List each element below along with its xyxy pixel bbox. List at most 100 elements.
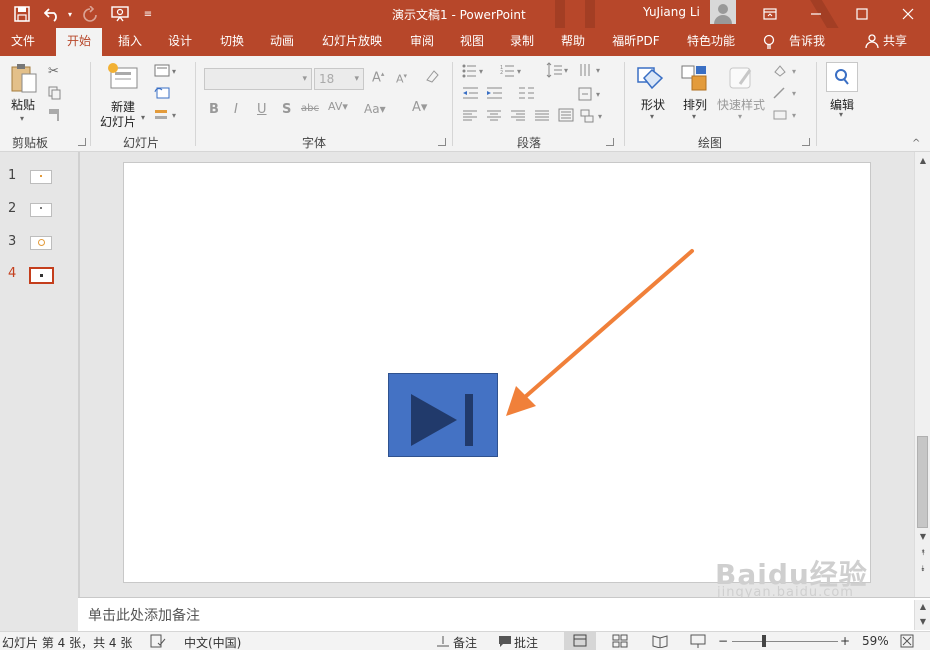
align-text-icon[interactable]: ▾ [578,86,606,106]
maximize-icon[interactable] [846,0,878,28]
lightbulb-icon[interactable] [760,28,778,56]
comments-button[interactable]: 批注 [514,634,538,650]
numbering-icon[interactable]: 1 2 ▾ [500,64,524,82]
ribbon-display-options-icon[interactable] [754,0,786,28]
smartart-icon[interactable]: ▾ [580,108,608,128]
shape-outline-icon[interactable]: ▾ [772,86,802,104]
slide-thumbnail[interactable] [30,170,52,184]
strikethrough-icon[interactable]: abc [301,103,319,114]
user-name[interactable]: YuJiang Li [643,5,700,19]
slide-canvas[interactable] [123,162,871,583]
save-icon[interactable] [12,4,32,24]
comments-icon[interactable] [498,634,512,650]
notes-placeholder[interactable]: 单击此处添加备注 [88,605,200,625]
paste-icon[interactable] [10,62,40,94]
tab-home[interactable]: 开始 [56,28,102,56]
copy-icon[interactable] [48,86,62,104]
section-icon[interactable]: ▾ [154,108,180,126]
close-icon[interactable] [892,0,924,28]
next-slide-icon[interactable]: ⯯ [915,562,930,576]
character-spacing-icon[interactable]: AV▾ [328,100,348,113]
shapes-dropdown-icon[interactable]: ▾ [650,112,654,121]
reset-slide-icon[interactable] [154,86,170,104]
tab-transitions[interactable]: 切换 [210,28,254,56]
change-case-icon[interactable]: Aa▾ [364,102,386,116]
slide-thumbnail[interactable] [30,203,52,217]
notes-pane[interactable]: 单击此处添加备注 ▲ ▼ [78,597,930,631]
zoom-slider-thumb[interactable] [762,635,766,647]
tab-design[interactable]: 设计 [158,28,202,56]
font-name-combo[interactable]: ▾ [204,68,312,90]
spelling-check-icon[interactable] [150,634,166,650]
drawing-launcher-icon[interactable] [802,138,810,146]
quick-styles-dropdown-icon[interactable]: ▾ [738,112,742,121]
tab-help[interactable]: 帮助 [551,28,595,56]
shapes-button[interactable]: 形状 [640,96,666,113]
slideshow-view-icon[interactable] [690,634,706,650]
text-direction-icon[interactable]: ▾ [578,62,606,82]
clipboard-launcher-icon[interactable] [78,138,86,146]
notes-toggle-button[interactable]: 备注 [453,634,477,650]
collapse-ribbon-icon[interactable]: ^ [912,138,920,149]
customize-toolbar-icon[interactable]: ≡ [138,4,158,24]
share-button[interactable]: 共享 [880,28,910,56]
next-action-button[interactable] [388,373,498,457]
columns-icon[interactable] [518,86,536,104]
align-right-icon[interactable] [510,110,526,126]
tab-file[interactable]: 文件 [0,28,46,56]
tab-foxit-pdf[interactable]: 福昕PDF [606,28,666,56]
minimize-icon[interactable] [800,0,832,28]
new-slide-icon[interactable] [107,62,139,92]
zoom-level[interactable]: 59% [862,634,889,648]
zoom-slider[interactable] [732,641,838,642]
normal-view-button[interactable] [564,632,596,650]
new-slide-label-line2[interactable]: 幻灯片 [98,113,138,130]
italic-icon[interactable]: I [234,102,238,117]
line-spacing-icon[interactable]: ▾ [546,62,570,82]
quick-styles-icon[interactable] [726,64,758,94]
bullets-icon[interactable]: ▾ [462,64,486,82]
shape-fill-icon[interactable]: ▾ [772,64,802,82]
notes-scrollbar[interactable]: ▲ ▼ [914,600,930,630]
avatar[interactable] [710,0,736,24]
arrange-button[interactable]: 排列 [682,96,708,113]
notes-scroll-up-icon[interactable]: ▲ [915,600,930,614]
shadow-icon[interactable]: S [282,102,291,117]
tab-slideshow[interactable]: 幻灯片放映 [316,28,388,56]
notes-scroll-down-icon[interactable]: ▼ [915,615,930,629]
slideshow-from-start-icon[interactable] [110,4,130,24]
scroll-up-icon[interactable]: ▲ [915,154,930,168]
share-person-icon[interactable] [864,28,880,56]
undo-icon[interactable] [42,4,62,24]
redo-icon[interactable] [80,4,100,24]
cut-icon[interactable]: ✂ [48,64,59,79]
slide-thumbnail[interactable] [30,236,52,250]
find-icon[interactable] [826,62,858,92]
underline-icon[interactable]: U [257,102,267,117]
layout-icon[interactable]: ▾ [154,64,180,82]
tab-record[interactable]: 录制 [500,28,544,56]
decrease-font-icon[interactable]: A▾ [396,72,407,86]
slide-sorter-icon[interactable] [612,634,628,650]
font-color-icon[interactable]: A▾ [412,100,427,115]
quick-styles-button[interactable]: 快速样式 [716,96,766,113]
shape-effects-icon[interactable]: ▾ [772,108,802,126]
zoom-out-icon[interactable]: − [718,634,728,648]
tab-special-features[interactable]: 特色功能 [680,28,742,56]
previous-slide-icon[interactable]: ⯭ [915,546,930,560]
tab-view[interactable]: 视图 [450,28,494,56]
tab-animations[interactable]: 动画 [260,28,304,56]
zoom-in-icon[interactable]: + [840,634,850,648]
paragraph-launcher-icon[interactable] [606,138,614,146]
paste-dropdown-icon[interactable]: ▾ [20,114,24,123]
paste-button[interactable]: 粘贴 [10,96,36,113]
scrollbar-thumb[interactable] [917,436,928,528]
reading-view-icon[interactable] [652,634,668,650]
undo-dropdown-icon[interactable]: ▾ [60,4,80,24]
slide-thumbnail-active[interactable] [29,267,54,284]
bold-icon[interactable]: B [209,102,219,117]
increase-font-icon[interactable]: A▴ [372,70,384,85]
distributed-icon[interactable] [558,108,574,126]
arrange-dropdown-icon[interactable]: ▾ [692,112,696,121]
editing-dropdown-icon[interactable]: ▾ [839,110,843,119]
